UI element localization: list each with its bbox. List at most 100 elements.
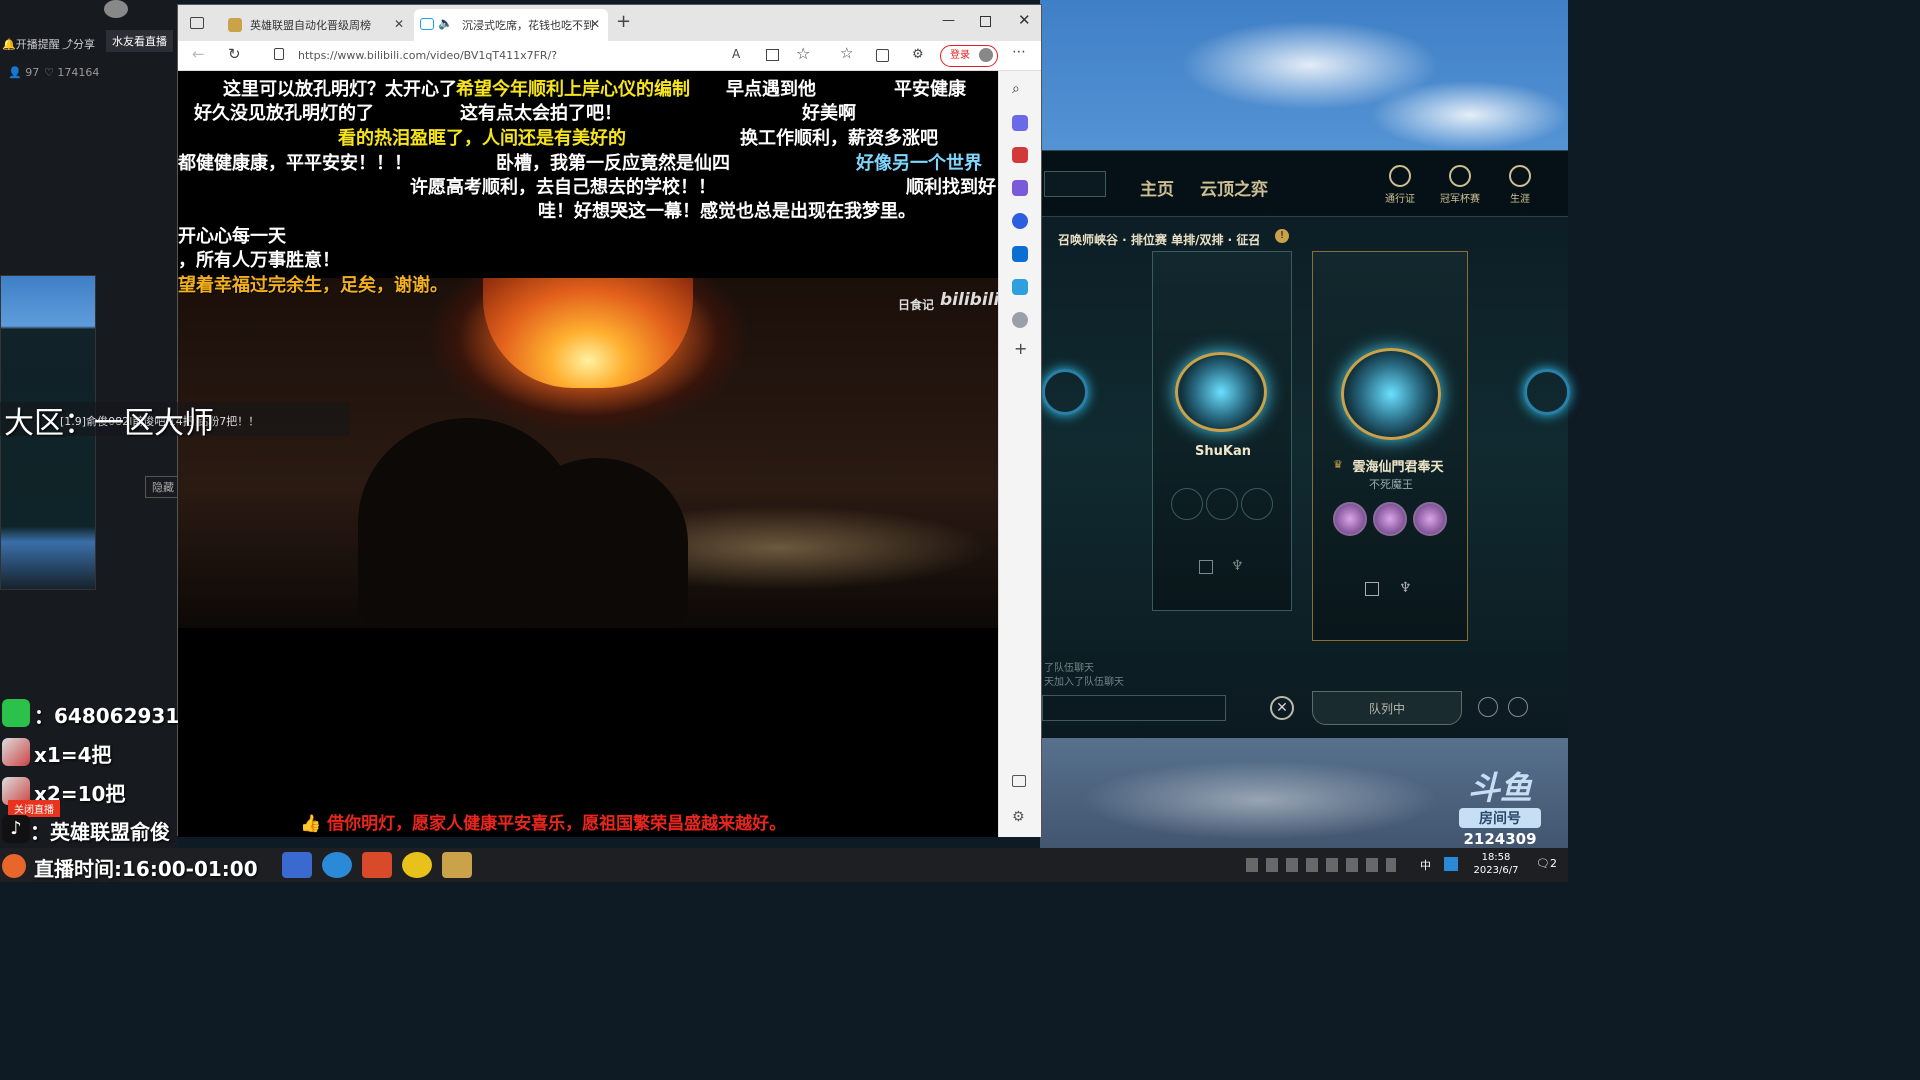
extensions-icon[interactable]: ⚙ [912,47,924,62]
lol-client-window: 主页 云顶之弈 通行证 冠军杯赛 生涯 召唤师峡谷 · 排位赛 单排/双排 · … [1040,150,1570,738]
tab-bilibili-video[interactable]: 🔈 沉浸式吃席，花钱也吃不到 [414,9,608,41]
role-icon[interactable]: ♆ [1399,580,1412,596]
role-icon[interactable] [1508,697,1528,717]
summoner-spell-icon[interactable] [1413,502,1447,536]
taskbar-app-icon[interactable] [402,852,432,878]
sky-lantern [483,278,693,388]
minimize-button[interactable]: — [942,13,955,28]
danmaku: 顺利找到好 [906,177,996,198]
taskbar-clock[interactable]: 18:58 2023/6/7 [1464,851,1528,877]
danmaku: 希望今年顺利上岸心仪的编制 [456,79,690,100]
drop-icon[interactable] [1012,279,1028,295]
room-label: 房间号 [1459,808,1541,828]
login-button[interactable]: 登录 [940,45,998,67]
rank-emblem [1341,348,1441,440]
lock-icon[interactable] [274,48,284,60]
tab-lol-rank[interactable]: 英雄联盟自动化晋级周榜 [220,9,410,41]
system-tray-icons[interactable] [1246,858,1396,872]
cloud [1080,760,1440,840]
sidebar-settings-icon[interactable]: ⚙ [1012,809,1025,825]
lol-profile-button[interactable]: 生涯 [1494,165,1546,205]
avatar-icon [979,48,993,62]
tools-icon[interactable] [1012,147,1028,163]
person-silhouette [508,458,688,628]
hide-button[interactable]: 隐藏 [145,476,181,498]
notification-icon[interactable]: 🗨2 [1536,857,1557,870]
player-card-1: ShuKan ♆ [1152,251,1292,611]
speaker-icon[interactable]: 🔈 [438,16,453,30]
danmaku: 都健健康康，平平安安！！！ [178,153,412,174]
refresh-icon[interactable]: ↻ [228,45,241,63]
lol-nav-bar: 主页 云顶之弈 通行证 冠军杯赛 生涯 [1040,151,1568,217]
telegram-icon[interactable] [1012,312,1028,328]
danmaku: 早点遇到他 [726,79,816,100]
tray-app-icon[interactable] [1444,857,1458,871]
close-tab-icon[interactable]: ✕ [394,17,404,31]
role-icon[interactable] [1199,560,1213,574]
office-icon[interactable] [1012,213,1028,229]
gift-rate-1: x1=4把 [34,743,112,767]
clock-app-icon[interactable] [2,854,26,878]
games-icon[interactable] [1012,180,1028,196]
favorite-icon[interactable]: ☆ [796,44,810,63]
outlook-icon[interactable] [1012,246,1028,262]
chat-input[interactable] [1042,695,1226,721]
bottom-danmaku: 👍 借你明灯，愿家人健康平安喜乐，愿祖国繁荣昌盛越来越好。 [300,814,787,834]
edit-icon[interactable] [1365,582,1379,596]
lol-tab-home[interactable]: 主页 [1140,175,1174,200]
role-secondary-icon[interactable]: ♆ [1231,558,1244,574]
pass-icon [1389,165,1411,187]
wechat-id: ：648062931 [34,704,180,728]
douyu-watermark: 斗鱼 房间号 2124309 [1445,770,1555,848]
empty-slot-right [1524,369,1570,415]
lol-cup-button[interactable]: 冠军杯赛 [1434,165,1486,205]
add-sidebar-app-icon[interactable]: + [1014,339,1027,358]
tab-favicon [228,18,242,32]
lol-tab-tft[interactable]: 云顶之弈 [1200,175,1268,200]
summoner-spell-icon[interactable] [1333,502,1367,536]
maximize-button[interactable] [980,16,991,27]
summoner-spell-icon[interactable] [1373,502,1407,536]
info-icon[interactable]: ! [1275,229,1289,243]
danmaku: 这里可以放孔明灯？太开心了 [223,79,457,100]
room-number: 2124309 [1463,830,1537,848]
close-window-button[interactable]: ✕ [1018,11,1031,29]
friends-watch-button[interactable]: 水友看直播 [106,30,173,52]
lol-taskbar-icon[interactable] [442,852,472,878]
search-icon[interactable]: ⌕ [1012,81,1020,97]
address-bar: ← ↻ https://www.bilibili.com/video/BV1qT… [178,41,1041,84]
url-field[interactable]: https://www.bilibili.com/video/BV1qT411x… [298,45,718,84]
ime-indicator[interactable]: 中 [1420,857,1431,873]
screenshot-icon[interactable] [1012,775,1026,787]
read-aloud-icon[interactable]: A [732,47,740,61]
more-menu-icon[interactable]: ⋯ [1012,44,1026,60]
danmaku: 望着幸福过完余生，足矣，谢谢。 [178,275,448,296]
immersive-reader-icon[interactable] [766,49,779,61]
tab-actions-icon[interactable] [190,17,204,29]
bilibili-logo: bilibili [940,290,998,310]
viewer-count: 👤 97 [8,66,40,79]
danmaku: 好像另一个世界 [856,153,982,174]
cancel-queue-icon[interactable]: ✕ [1270,696,1294,720]
remind-button[interactable]: 🔔开播提醒 [2,36,60,52]
browser-tab-bar: 英雄联盟自动化晋级周榜 ✕ 🔈 沉浸式吃席，花钱也吃不到 ✕ + — ✕ [178,5,1041,41]
taskbar-app-icon[interactable] [362,852,392,878]
favorites-bar-icon[interactable]: ☆ [840,44,853,62]
share-button[interactable]: ⤴分享 [62,36,95,52]
thumbs-up-icon: 👍 [300,814,322,834]
queue-status-button[interactable]: 队列中 [1312,691,1462,725]
collections-icon[interactable] [876,49,889,62]
video-player[interactable]: 日食记 bilibili 这里可以放孔明灯？太开心了 希望今年顺利上岸心仪的编制… [178,71,998,837]
edge-taskbar-icon[interactable] [322,852,352,878]
edit-icon[interactable] [1478,697,1498,717]
taskbar-app-icon[interactable] [282,852,312,878]
back-icon[interactable]: ← [192,45,205,63]
lol-pass-button[interactable]: 通行证 [1374,165,1426,205]
spell-slot [1206,488,1238,520]
edge-sidebar: ⌕ + ⚙ [998,71,1041,837]
shopping-icon[interactable] [1012,115,1028,131]
lol-search-box[interactable] [1044,171,1106,197]
live-schedule: 直播时间:16:00-01:00 [34,857,258,881]
new-tab-button[interactable]: + [616,11,631,32]
close-tab-icon[interactable]: ✕ [590,17,600,31]
